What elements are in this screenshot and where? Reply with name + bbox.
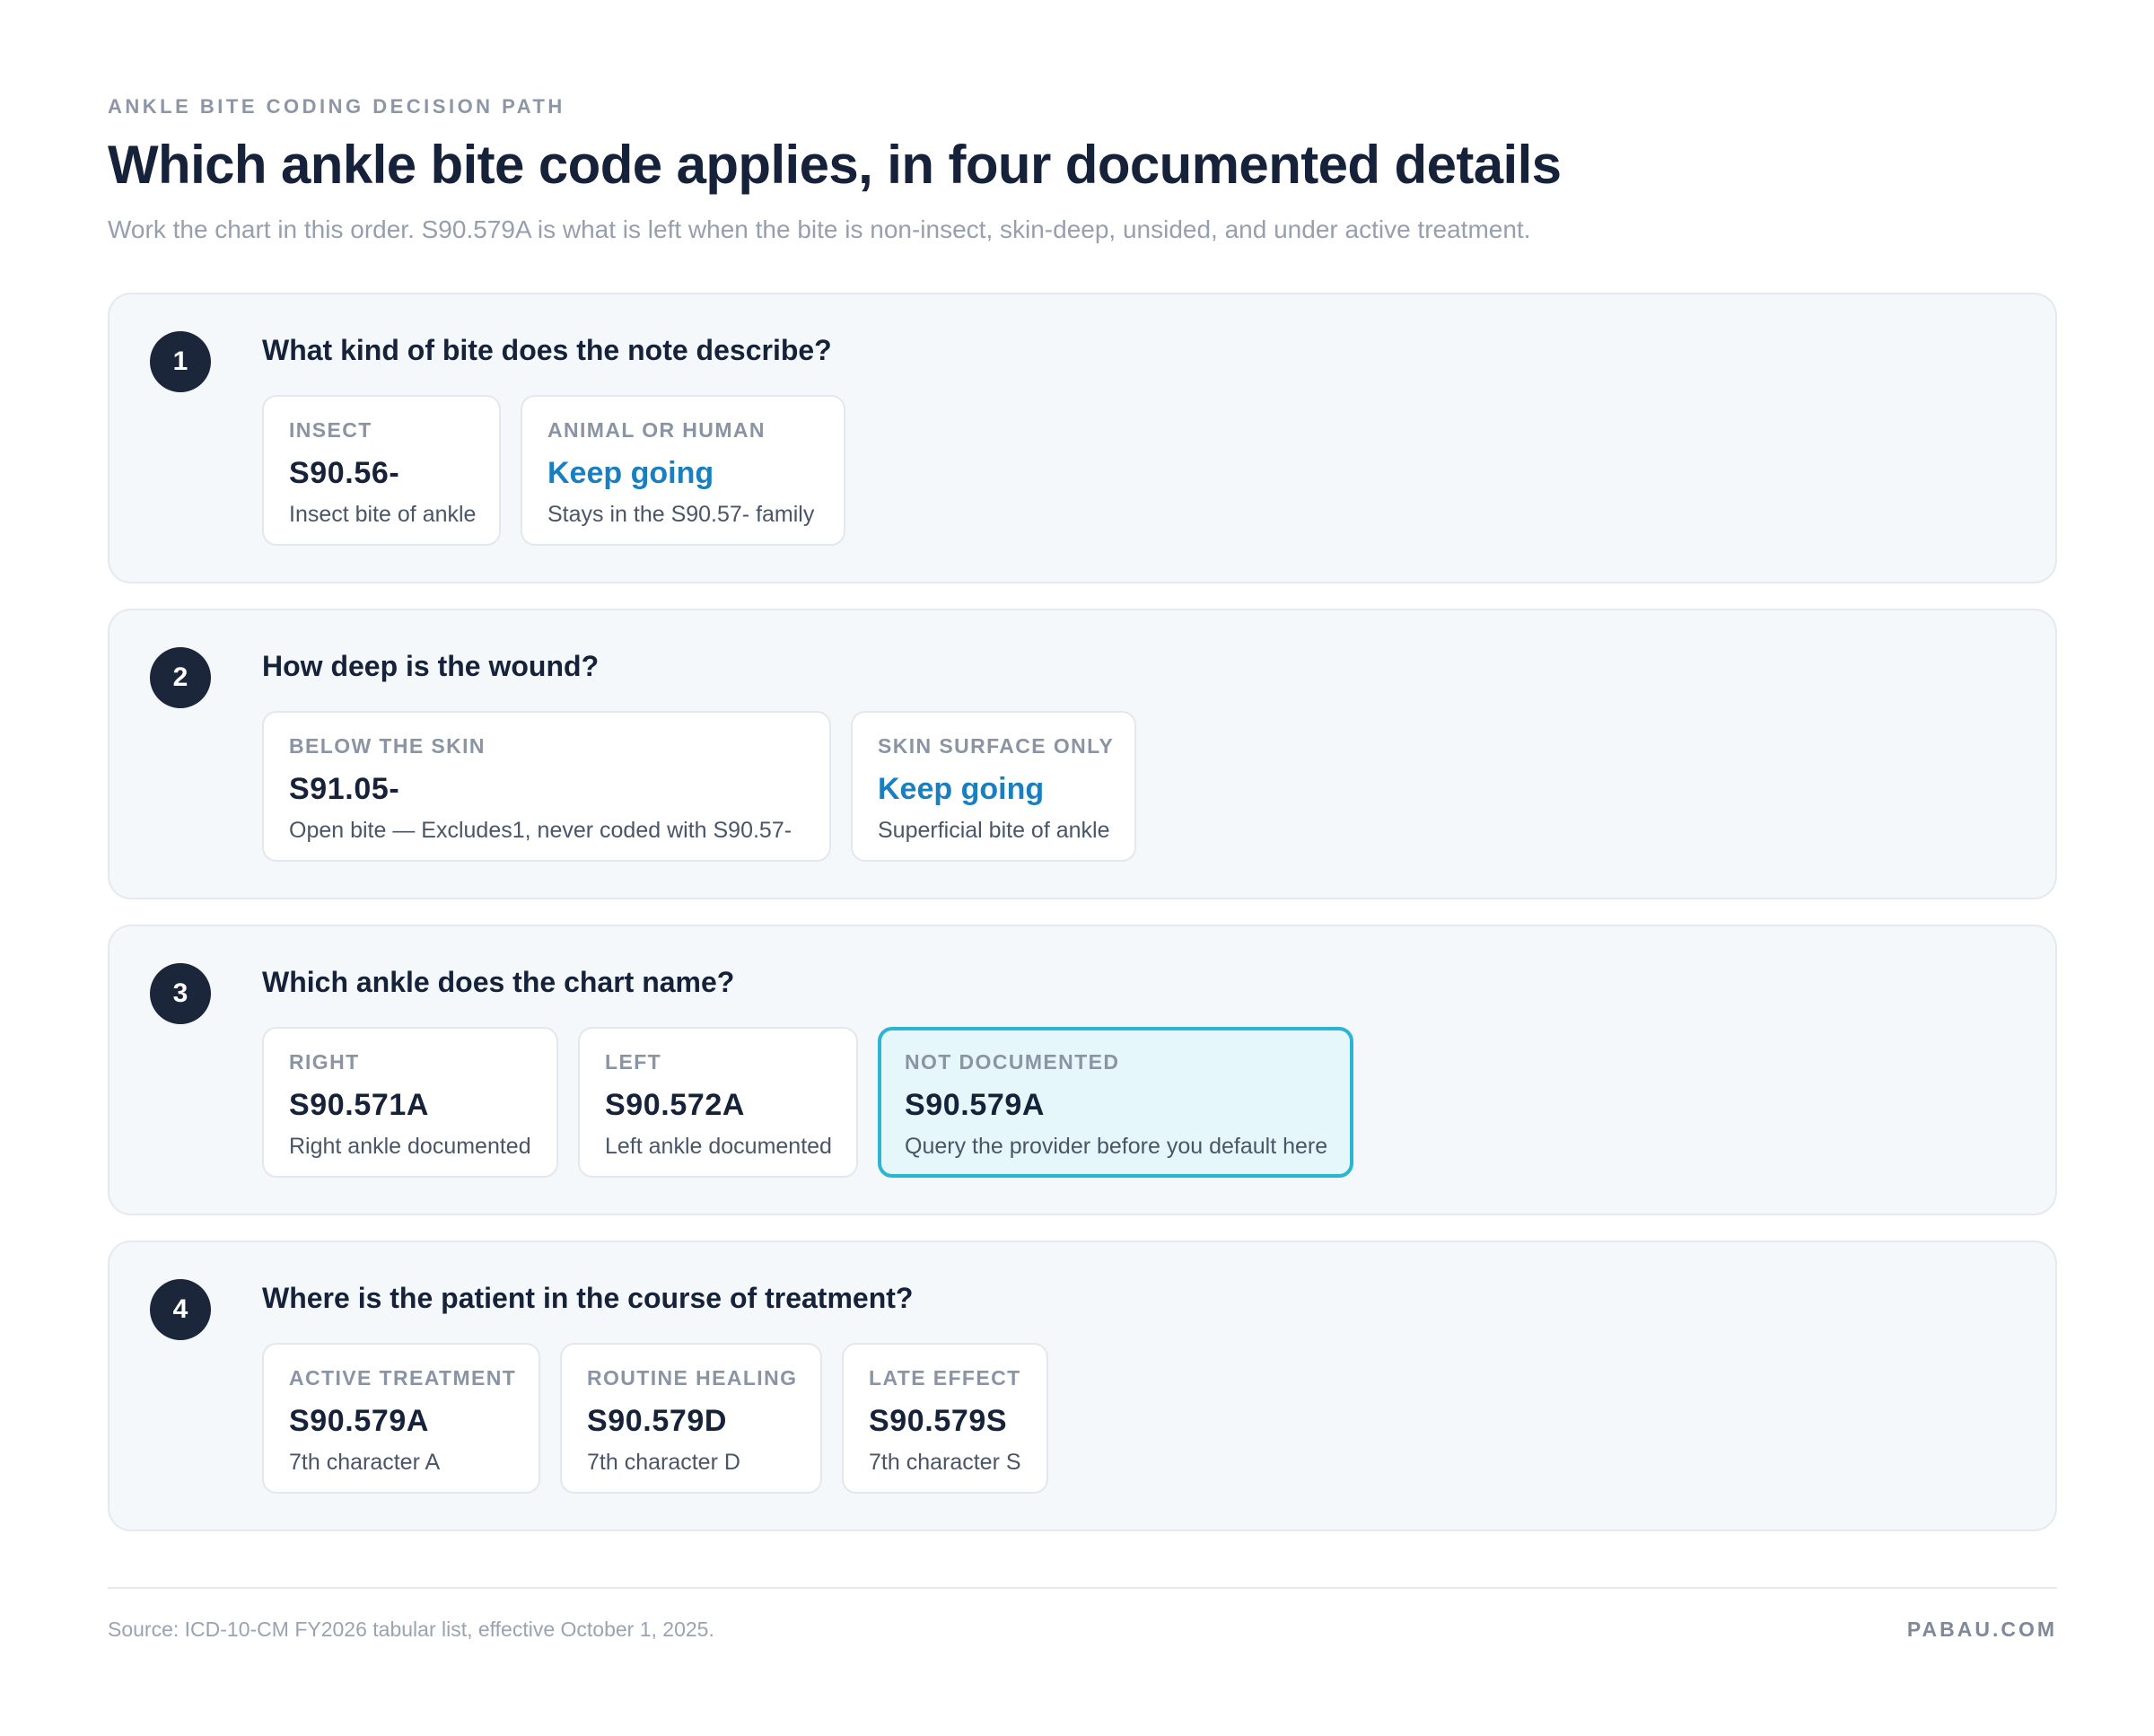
option-label: LEFT — [605, 1050, 662, 1074]
option-routine-healing: ROUTINE HEALING S90.579D 7th character D — [560, 1343, 822, 1494]
option-code: S91.05- — [289, 772, 400, 806]
option-code: Keep going — [878, 772, 1045, 806]
option-description: Left ankle documented — [605, 1134, 832, 1159]
option-late-effect: LATE EFFECT S90.579S 7th character S — [842, 1343, 1048, 1494]
step-options: INSECT S90.56- Insect bite of ankle ANIM… — [262, 395, 845, 546]
brand-mark: PABAU.COM — [1906, 1618, 2057, 1641]
step-number-badge: 1 — [150, 331, 211, 392]
option-description: Superficial bite of ankle — [878, 818, 1110, 843]
step-3-card: 3 Which ankle does the chart name? RIGHT… — [108, 925, 2057, 1215]
step-question: Where is the patient in the course of tr… — [262, 1282, 914, 1314]
step-1-card: 1 What kind of bite does the note descri… — [108, 293, 2057, 583]
option-insect: INSECT S90.56- Insect bite of ankle — [262, 395, 501, 546]
option-label: NOT DOCUMENTED — [905, 1050, 1120, 1074]
option-label: LATE EFFECT — [869, 1366, 1021, 1390]
option-code: S90.572A — [605, 1088, 746, 1122]
option-active-treatment: ACTIVE TREATMENT S90.579A 7th character … — [262, 1343, 540, 1494]
step-2-card: 2 How deep is the wound? BELOW THE SKIN … — [108, 609, 2057, 899]
step-question: Which ankle does the chart name? — [262, 966, 735, 998]
option-label: ROUTINE HEALING — [587, 1366, 798, 1390]
step-number-badge: 2 — [150, 647, 211, 708]
option-description: Right ankle documented — [289, 1134, 531, 1159]
option-description: Insect bite of ankle — [289, 502, 477, 527]
option-code: S90.579A — [289, 1404, 430, 1438]
step-options: ACTIVE TREATMENT S90.579A 7th character … — [262, 1343, 1048, 1494]
source-note: Source: ICD-10-CM FY2026 tabular list, e… — [108, 1618, 714, 1641]
footer-divider — [108, 1587, 2057, 1589]
option-below-the-skin: BELOW THE SKIN S91.05- Open bite — Exclu… — [262, 711, 831, 862]
option-description: 7th character A — [289, 1450, 441, 1475]
option-description: Open bite — Excludes1, never coded with … — [289, 818, 792, 843]
step-question: What kind of bite does the note describe… — [262, 334, 832, 366]
option-code: S90.56- — [289, 456, 400, 490]
option-description: 7th character S — [869, 1450, 1021, 1475]
option-animal-or-human: ANIMAL OR HUMAN Keep going Stays in the … — [521, 395, 845, 546]
option-label: ACTIVE TREATMENT — [289, 1366, 517, 1390]
option-right: RIGHT S90.571A Right ankle documented — [262, 1027, 558, 1178]
step-options: RIGHT S90.571A Right ankle documented LE… — [262, 1027, 1353, 1178]
option-label: INSECT — [289, 418, 372, 442]
option-code: S90.579S — [869, 1404, 1008, 1438]
decision-path: ANKLE BITE CODING DECISION PATH Which an… — [108, 93, 2057, 1531]
option-description: Query the provider before you default he… — [905, 1134, 1328, 1159]
option-skin-surface-only: SKIN SURFACE ONLY Keep going Superficial… — [851, 711, 1136, 862]
eyebrow: ANKLE BITE CODING DECISION PATH — [108, 95, 565, 118]
step-question: How deep is the wound? — [262, 650, 600, 682]
option-code: S90.579D — [587, 1404, 728, 1438]
option-label: BELOW THE SKIN — [289, 734, 486, 758]
option-label: SKIN SURFACE ONLY — [878, 734, 1115, 758]
steps-list: 1 What kind of bite does the note descri… — [108, 293, 2057, 1556]
option-description: 7th character D — [587, 1450, 740, 1475]
step-number-badge: 3 — [150, 963, 211, 1024]
step-4-card: 4 Where is the patient in the course of … — [108, 1241, 2057, 1531]
option-left: LEFT S90.572A Left ankle documented — [578, 1027, 858, 1178]
step-number-badge: 4 — [150, 1279, 211, 1340]
step-options: BELOW THE SKIN S91.05- Open bite — Exclu… — [262, 711, 1136, 862]
option-code: Keep going — [547, 456, 714, 490]
option-label: ANIMAL OR HUMAN — [547, 418, 766, 442]
option-code: S90.571A — [289, 1088, 430, 1122]
page-title: Which ankle bite code applies, in four d… — [108, 135, 1562, 195]
option-label: RIGHT — [289, 1050, 360, 1074]
option-code: S90.579A — [905, 1088, 1046, 1122]
page-subtitle: Work the chart in this order. S90.579A i… — [108, 215, 1531, 243]
option-description: Stays in the S90.57- family — [547, 502, 815, 527]
option-not-documented: NOT DOCUMENTED S90.579A Query the provid… — [878, 1027, 1353, 1178]
